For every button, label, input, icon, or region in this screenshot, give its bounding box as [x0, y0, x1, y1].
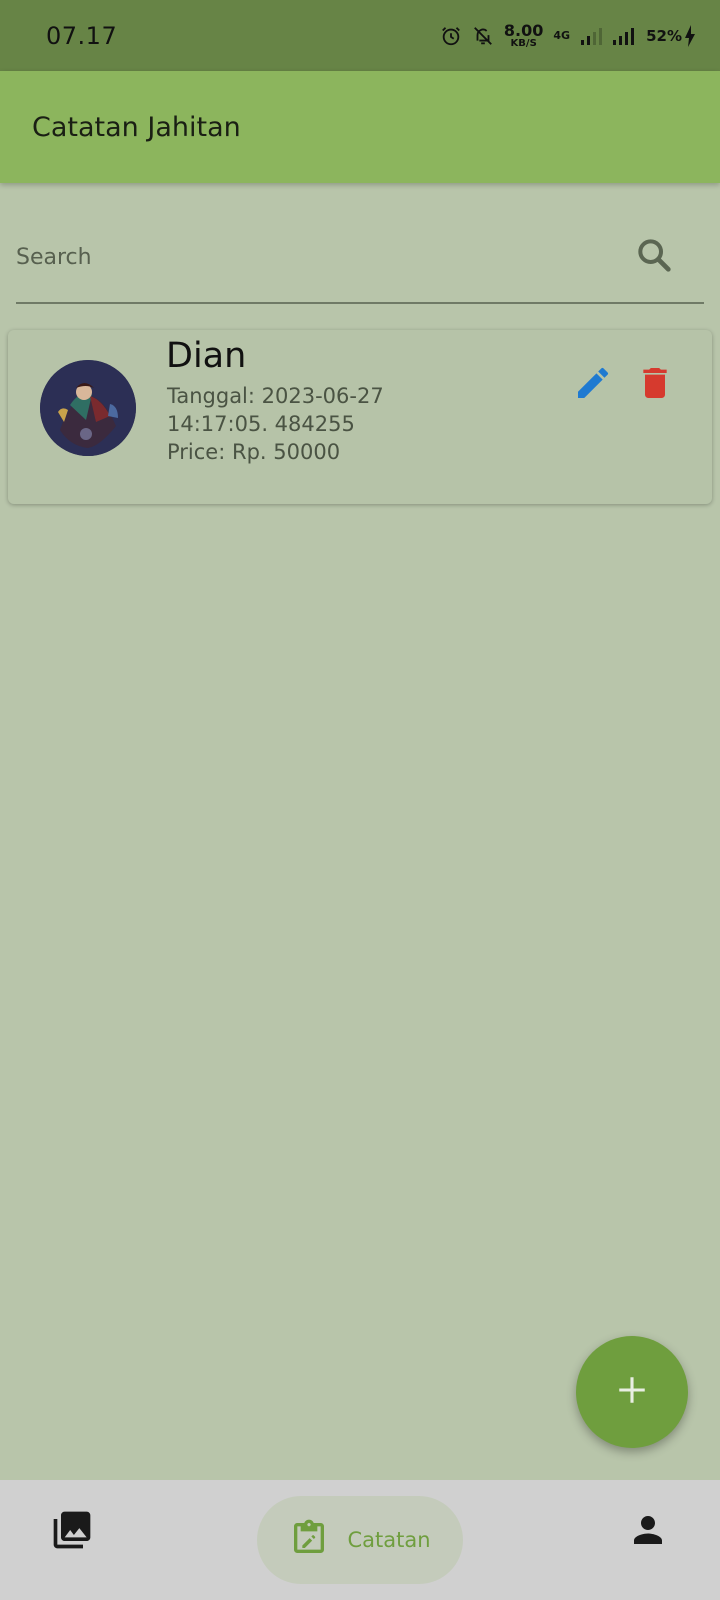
status-bar: 07.17 8.00 KB/S 4G 52% [0, 0, 720, 71]
note-price: Price: Rp. 50000 [167, 440, 341, 464]
nav-item-profile[interactable] [620, 1504, 676, 1560]
battery-indicator: 52% [646, 24, 696, 47]
search-icon [634, 235, 674, 279]
add-note-button[interactable] [576, 1336, 688, 1448]
app-title: Catatan Jahitan [32, 111, 241, 143]
note-name: Dian [166, 336, 247, 376]
status-icons: 8.00 KB/S 4G 52% [440, 20, 696, 49]
trash-icon [635, 363, 675, 407]
charging-icon [684, 24, 696, 47]
status-time: 07.17 [46, 21, 118, 50]
pencil-icon [573, 363, 613, 407]
bottom-navigation: Catatan [0, 1480, 720, 1600]
nav-item-catatan[interactable]: Catatan [257, 1496, 463, 1584]
speed-value: 8.00 [503, 20, 544, 40]
note-card[interactable]: Dian Tanggal: 2023-06-27 14:17:05. 48425… [8, 330, 712, 504]
search-button[interactable] [626, 229, 682, 285]
app-bar: Catatan Jahitan [0, 71, 720, 183]
nav-item-catatan-label: Catatan [347, 1528, 431, 1552]
note-time: 14:17:05. 484255 [167, 412, 355, 436]
search-input[interactable] [16, 227, 626, 287]
clipboard-edit-icon [289, 1518, 329, 1562]
delete-button[interactable] [630, 360, 680, 410]
bell-off-icon [472, 25, 494, 47]
search-bar [16, 212, 704, 304]
signal-icon-2 [612, 26, 636, 46]
alarm-icon [440, 25, 462, 47]
network-speed: 8.00 KB/S [503, 20, 544, 49]
gallery-icon [50, 1508, 94, 1556]
battery-level: 52% [646, 26, 682, 45]
speed-unit: KB/S [510, 37, 537, 49]
edit-button[interactable] [568, 360, 618, 410]
plus-icon [615, 1373, 649, 1411]
nav-item-gallery[interactable] [44, 1504, 100, 1560]
avatar [40, 360, 136, 456]
note-date: Tanggal: 2023-06-27 [167, 384, 384, 408]
person-icon [627, 1509, 669, 1555]
network-type: 4G [553, 29, 571, 42]
signal-icon-1 [580, 26, 603, 46]
app-screen: 07.17 8.00 KB/S 4G 52% Catatan Jahitan S… [0, 0, 720, 1600]
